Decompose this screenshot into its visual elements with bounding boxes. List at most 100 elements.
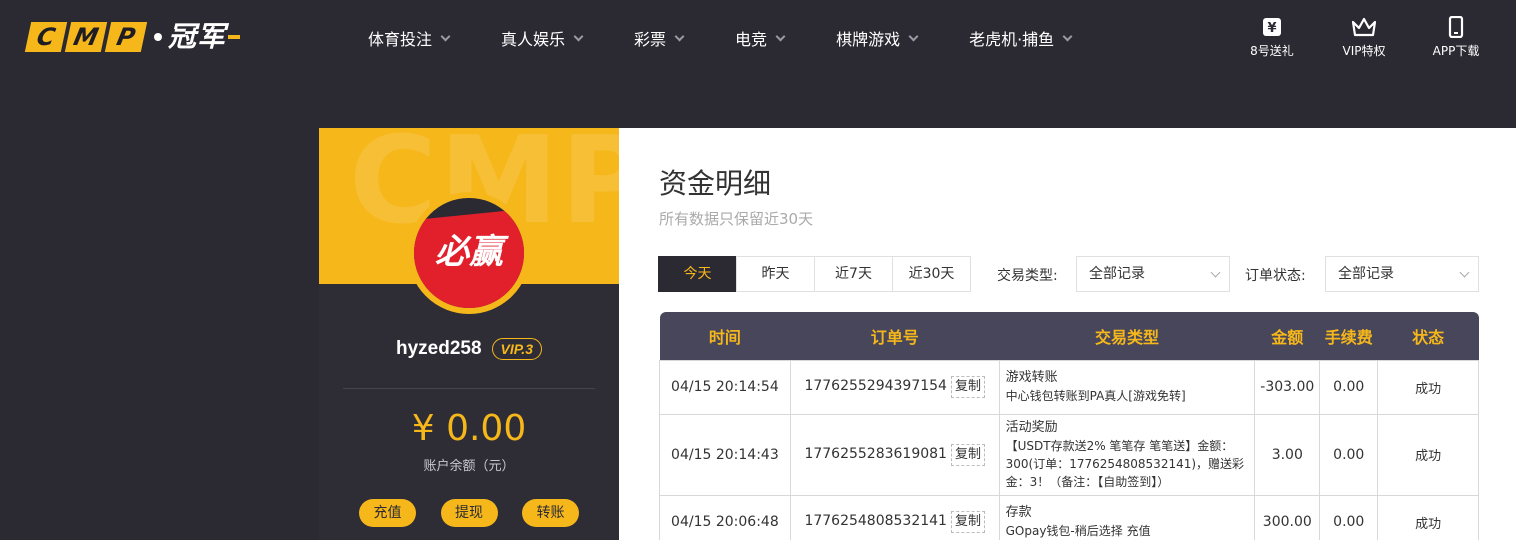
copy-button[interactable]: 复制 bbox=[950, 511, 985, 533]
nav-item-label: 体育投注 bbox=[368, 30, 433, 49]
crown-icon bbox=[1351, 17, 1377, 37]
username-row: hyzed258 VIP.3 bbox=[319, 337, 619, 361]
chevron-down-icon bbox=[573, 31, 584, 41]
svg-text:¥: ¥ bbox=[1267, 21, 1276, 36]
transactions-table: 时间 订单号 交易类型 金额 手续费 状态 04/15 20:14:54 177… bbox=[659, 312, 1479, 540]
username: hyzed258 bbox=[396, 338, 482, 359]
page-title: 资金明细 bbox=[659, 167, 772, 200]
type-name: 活动奖励 bbox=[1005, 419, 1058, 435]
nav-item-label: 真人娱乐 bbox=[501, 30, 566, 49]
gift-ticket-icon: ¥ bbox=[1263, 18, 1281, 36]
nav-item-label: 老虎机·捕鱼 bbox=[969, 30, 1055, 49]
nav-item-label: 电竞 bbox=[735, 30, 768, 49]
avatar-image: 必赢 bbox=[414, 198, 524, 308]
transfer-button[interactable]: 转账 bbox=[522, 499, 579, 527]
chevron-down-icon bbox=[440, 31, 451, 41]
deposit-button[interactable]: 充值 bbox=[359, 499, 416, 527]
phone-icon bbox=[1448, 16, 1464, 38]
column-header-time: 时间 bbox=[659, 312, 791, 360]
type-description: 【USDT存款送2% 笔笔存 笔笔送】金额：300(订单：17762548085… bbox=[1005, 438, 1245, 489]
copy-button[interactable]: 复制 bbox=[950, 376, 985, 398]
cell-type: 存款 GOpay钱包-稍后选择 充值 bbox=[998, 494, 1256, 540]
top-header: C M P 冠军 体育投注 真人娱乐 彩票 电竞 棋牌游戏 老虎机·捕鱼 ¥ 8… bbox=[0, 0, 1516, 78]
account-balance: ¥ 0.00 bbox=[411, 408, 527, 449]
chevron-down-icon bbox=[775, 31, 786, 41]
date-range-tabs: 今天 昨天 近7天 近30天 bbox=[658, 256, 971, 292]
cell-order: 1776254808532141 复制 bbox=[789, 494, 1000, 540]
order-status-label: 订单状态: bbox=[1245, 268, 1306, 284]
cell-fee: 0.00 bbox=[1319, 413, 1379, 496]
main-nav: 体育投注 真人娱乐 彩票 电竞 棋牌游戏 老虎机·捕鱼 bbox=[368, 26, 1123, 50]
tab-yesterday[interactable]: 昨天 bbox=[736, 256, 815, 292]
logo-chinese-text: 冠军 bbox=[168, 20, 227, 53]
fund-details-panel: 资金明细 所有数据只保留近30天 今天 昨天 近7天 近30天 交易类型: 全部… bbox=[619, 128, 1516, 540]
vip-badge: VIP.3 bbox=[491, 338, 542, 360]
cell-status: 成功 bbox=[1377, 494, 1479, 540]
nav-item-sports[interactable]: 体育投注 bbox=[368, 26, 451, 50]
cell-type: 活动奖励【USDT存款送2% 笔笔存 笔笔送】金额：300(订单：1776254… bbox=[998, 413, 1256, 496]
cell-time: 04/15 20:14:43 bbox=[659, 413, 791, 496]
cell-fee: 0.00 bbox=[1319, 494, 1379, 540]
avatar[interactable]: 必赢 bbox=[408, 192, 530, 314]
nav-item-card-games[interactable]: 棋牌游戏 bbox=[836, 26, 919, 50]
withdraw-button[interactable]: 提现 bbox=[440, 499, 498, 527]
sidebar-buttons: 充值 提现 转账 bbox=[359, 499, 579, 527]
nav-item-lottery[interactable]: 彩票 bbox=[634, 26, 685, 50]
order-status-value: 全部记录 bbox=[1338, 266, 1394, 282]
chevron-down-icon bbox=[1210, 267, 1221, 278]
cell-type: 游戏转账中心钱包转账到PA真人[游戏免转] bbox=[998, 359, 1256, 415]
app-download-button[interactable]: APP下载 bbox=[1416, 16, 1496, 59]
vip-privileges-button[interactable]: VIP特权 bbox=[1324, 16, 1404, 59]
nav-item-slots-fishing[interactable]: 老虎机·捕鱼 bbox=[969, 26, 1073, 50]
nav-item-label: 彩票 bbox=[634, 30, 667, 49]
order-number: 1776255294397154 bbox=[804, 378, 947, 394]
brand-logo[interactable]: C M P 冠军 bbox=[24, 20, 241, 54]
nav-item-live-casino[interactable]: 真人娱乐 bbox=[501, 26, 584, 50]
type-description: GOpay钱包-稍后选择 充值 bbox=[1005, 524, 1151, 538]
column-header-amount: 金额 bbox=[1254, 312, 1320, 360]
gift-button[interactable]: ¥ 8号送礼 bbox=[1232, 16, 1312, 59]
cell-amount: 300.00 bbox=[1254, 494, 1321, 540]
chevron-down-icon bbox=[674, 31, 685, 41]
table-row: 04/15 20:14:43 1776255283619081 复制 活动奖励【U… bbox=[659, 413, 1479, 496]
nav-item-esports[interactable]: 电竞 bbox=[735, 26, 786, 50]
cell-amount: 3.00 bbox=[1254, 413, 1321, 496]
user-sidebar: CMP 必赢 hyzed258 VIP.3 ¥ 0.00 账户余额（元） 充值 … bbox=[319, 128, 619, 540]
top-actions: ¥ 8号送礼 VIP特权 APP下载 bbox=[1220, 16, 1496, 59]
transaction-type-label: 交易类型: bbox=[997, 268, 1058, 284]
sidebar-divider bbox=[343, 388, 595, 389]
transaction-type-select[interactable]: 全部记录 bbox=[1076, 256, 1230, 292]
gift-label: 8号送礼 bbox=[1250, 44, 1294, 58]
cell-status: 成功 bbox=[1377, 359, 1479, 415]
cell-order: 1776255283619081 复制 bbox=[789, 413, 1000, 496]
table-row: 04/15 20:06:48 1776254808532141 复制 存款 GOpa… bbox=[659, 494, 1479, 540]
order-status-select[interactable]: 全部记录 bbox=[1325, 256, 1479, 292]
balance-label: 账户余额（元） bbox=[423, 459, 515, 474]
column-header-type: 交易类型 bbox=[999, 312, 1255, 360]
order-number: 1776255283619081 bbox=[804, 445, 947, 462]
type-description: 中心钱包转账到PA真人[游戏免转] bbox=[1005, 389, 1186, 403]
cell-order: 1776255294397154 复制 bbox=[789, 359, 1000, 415]
chevron-down-icon bbox=[1459, 267, 1470, 278]
type-name: 存款 bbox=[1005, 505, 1032, 520]
type-name: 游戏转账 bbox=[1005, 370, 1058, 385]
order-number: 1776254808532141 bbox=[804, 513, 947, 529]
chevron-down-icon bbox=[908, 31, 919, 41]
app-label: APP下载 bbox=[1432, 44, 1480, 58]
logo-bar bbox=[228, 35, 241, 39]
cell-fee: 0.00 bbox=[1319, 359, 1379, 415]
avatar-text: 必赢 bbox=[435, 232, 503, 272]
vip-label: VIP特权 bbox=[1342, 44, 1386, 58]
tab-today[interactable]: 今天 bbox=[658, 256, 737, 292]
copy-button[interactable]: 复制 bbox=[950, 443, 985, 466]
nav-item-label: 棋牌游戏 bbox=[836, 30, 901, 49]
tab-last-7-days[interactable]: 近7天 bbox=[814, 256, 893, 292]
cell-amount: -303.00 bbox=[1254, 359, 1321, 415]
table-row: 04/15 20:14:54 1776255294397154 复制 游戏转账 中心… bbox=[659, 359, 1479, 415]
page-subtitle: 所有数据只保留近30天 bbox=[659, 210, 814, 228]
column-header-status: 状态 bbox=[1377, 312, 1479, 360]
logo-dot bbox=[154, 33, 162, 41]
cell-status: 成功 bbox=[1377, 413, 1479, 496]
chevron-down-icon bbox=[1062, 31, 1073, 41]
tab-last-30-days[interactable]: 近30天 bbox=[892, 256, 971, 292]
